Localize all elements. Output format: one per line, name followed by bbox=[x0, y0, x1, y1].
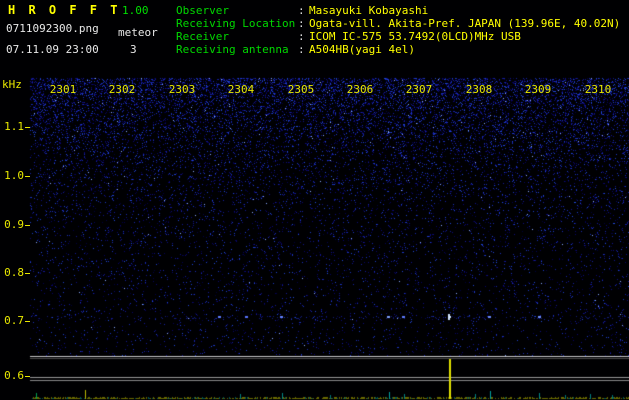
echo-count: 3 bbox=[130, 43, 137, 56]
info-row-receiver: Receiver: ICOM IC-575 53.7492(0LCD)MHz US… bbox=[176, 31, 521, 43]
info-row-location: Receiving Location: Ogata-vill. Akita-Pre… bbox=[176, 18, 620, 30]
x-tick-label: 2301 bbox=[49, 83, 77, 96]
x-tick-label: 2308 bbox=[465, 83, 493, 96]
info-separator: : bbox=[298, 4, 305, 17]
info-row-observer: Observer: Masayuki Kobayashi bbox=[176, 5, 428, 17]
y-tick-label: 0.9 bbox=[4, 218, 24, 231]
app-title: H R O F F T bbox=[8, 3, 121, 17]
x-tick-label: 2305 bbox=[287, 83, 315, 96]
timestamp: 07.11.09 23:00 bbox=[6, 43, 99, 56]
y-tick-label: 0.6 bbox=[4, 369, 24, 382]
x-tick-label: 2306 bbox=[346, 83, 374, 96]
info-separator: : bbox=[298, 43, 305, 56]
app-version: 1.00 bbox=[122, 4, 149, 17]
x-tick-label: 2304 bbox=[227, 83, 255, 96]
x-tick-label: 2303 bbox=[168, 83, 196, 96]
y-tick-label: 0.8 bbox=[4, 266, 24, 279]
info-label: Receiver bbox=[176, 30, 229, 43]
y-tick-mark bbox=[25, 225, 30, 226]
info-value: Masayuki Kobayashi bbox=[309, 4, 429, 17]
info-value: ICOM IC-575 53.7492(0LCD)MHz USB bbox=[309, 30, 521, 43]
y-tick-mark bbox=[25, 376, 30, 377]
x-tick-label: 2310 bbox=[584, 83, 612, 96]
x-tick-label: 2309 bbox=[524, 83, 552, 96]
x-tick-label: 2302 bbox=[108, 83, 136, 96]
info-label: Receiving antenna bbox=[176, 43, 289, 56]
info-value: Ogata-vill. Akita-Pref. JAPAN (139.96E, … bbox=[309, 17, 621, 30]
hrofft-screen: H R O F F T 1.00 0711092300.png meteor 0… bbox=[0, 0, 629, 400]
y-tick-label: 0.7 bbox=[4, 314, 24, 327]
y-tick-label: 1.0 bbox=[4, 169, 24, 182]
info-value: A504HB(yagi 4el) bbox=[309, 43, 415, 56]
y-tick-mark bbox=[25, 321, 30, 322]
spectrogram-canvas bbox=[0, 0, 629, 400]
y-axis-unit: kHz bbox=[2, 78, 22, 91]
info-separator: : bbox=[298, 17, 305, 30]
output-filename: 0711092300.png bbox=[6, 22, 99, 35]
info-label: Receiving Location bbox=[176, 17, 296, 30]
y-tick-mark bbox=[25, 176, 30, 177]
mode-label: meteor bbox=[118, 26, 158, 39]
y-tick-mark bbox=[25, 127, 30, 128]
info-separator: : bbox=[298, 30, 305, 43]
y-tick-label: 1.1 bbox=[4, 120, 24, 133]
x-tick-label: 2307 bbox=[405, 83, 433, 96]
info-label: Observer bbox=[176, 4, 229, 17]
y-tick-mark bbox=[25, 273, 30, 274]
info-row-antenna: Receiving antenna: A504HB(yagi 4el) bbox=[176, 44, 415, 56]
